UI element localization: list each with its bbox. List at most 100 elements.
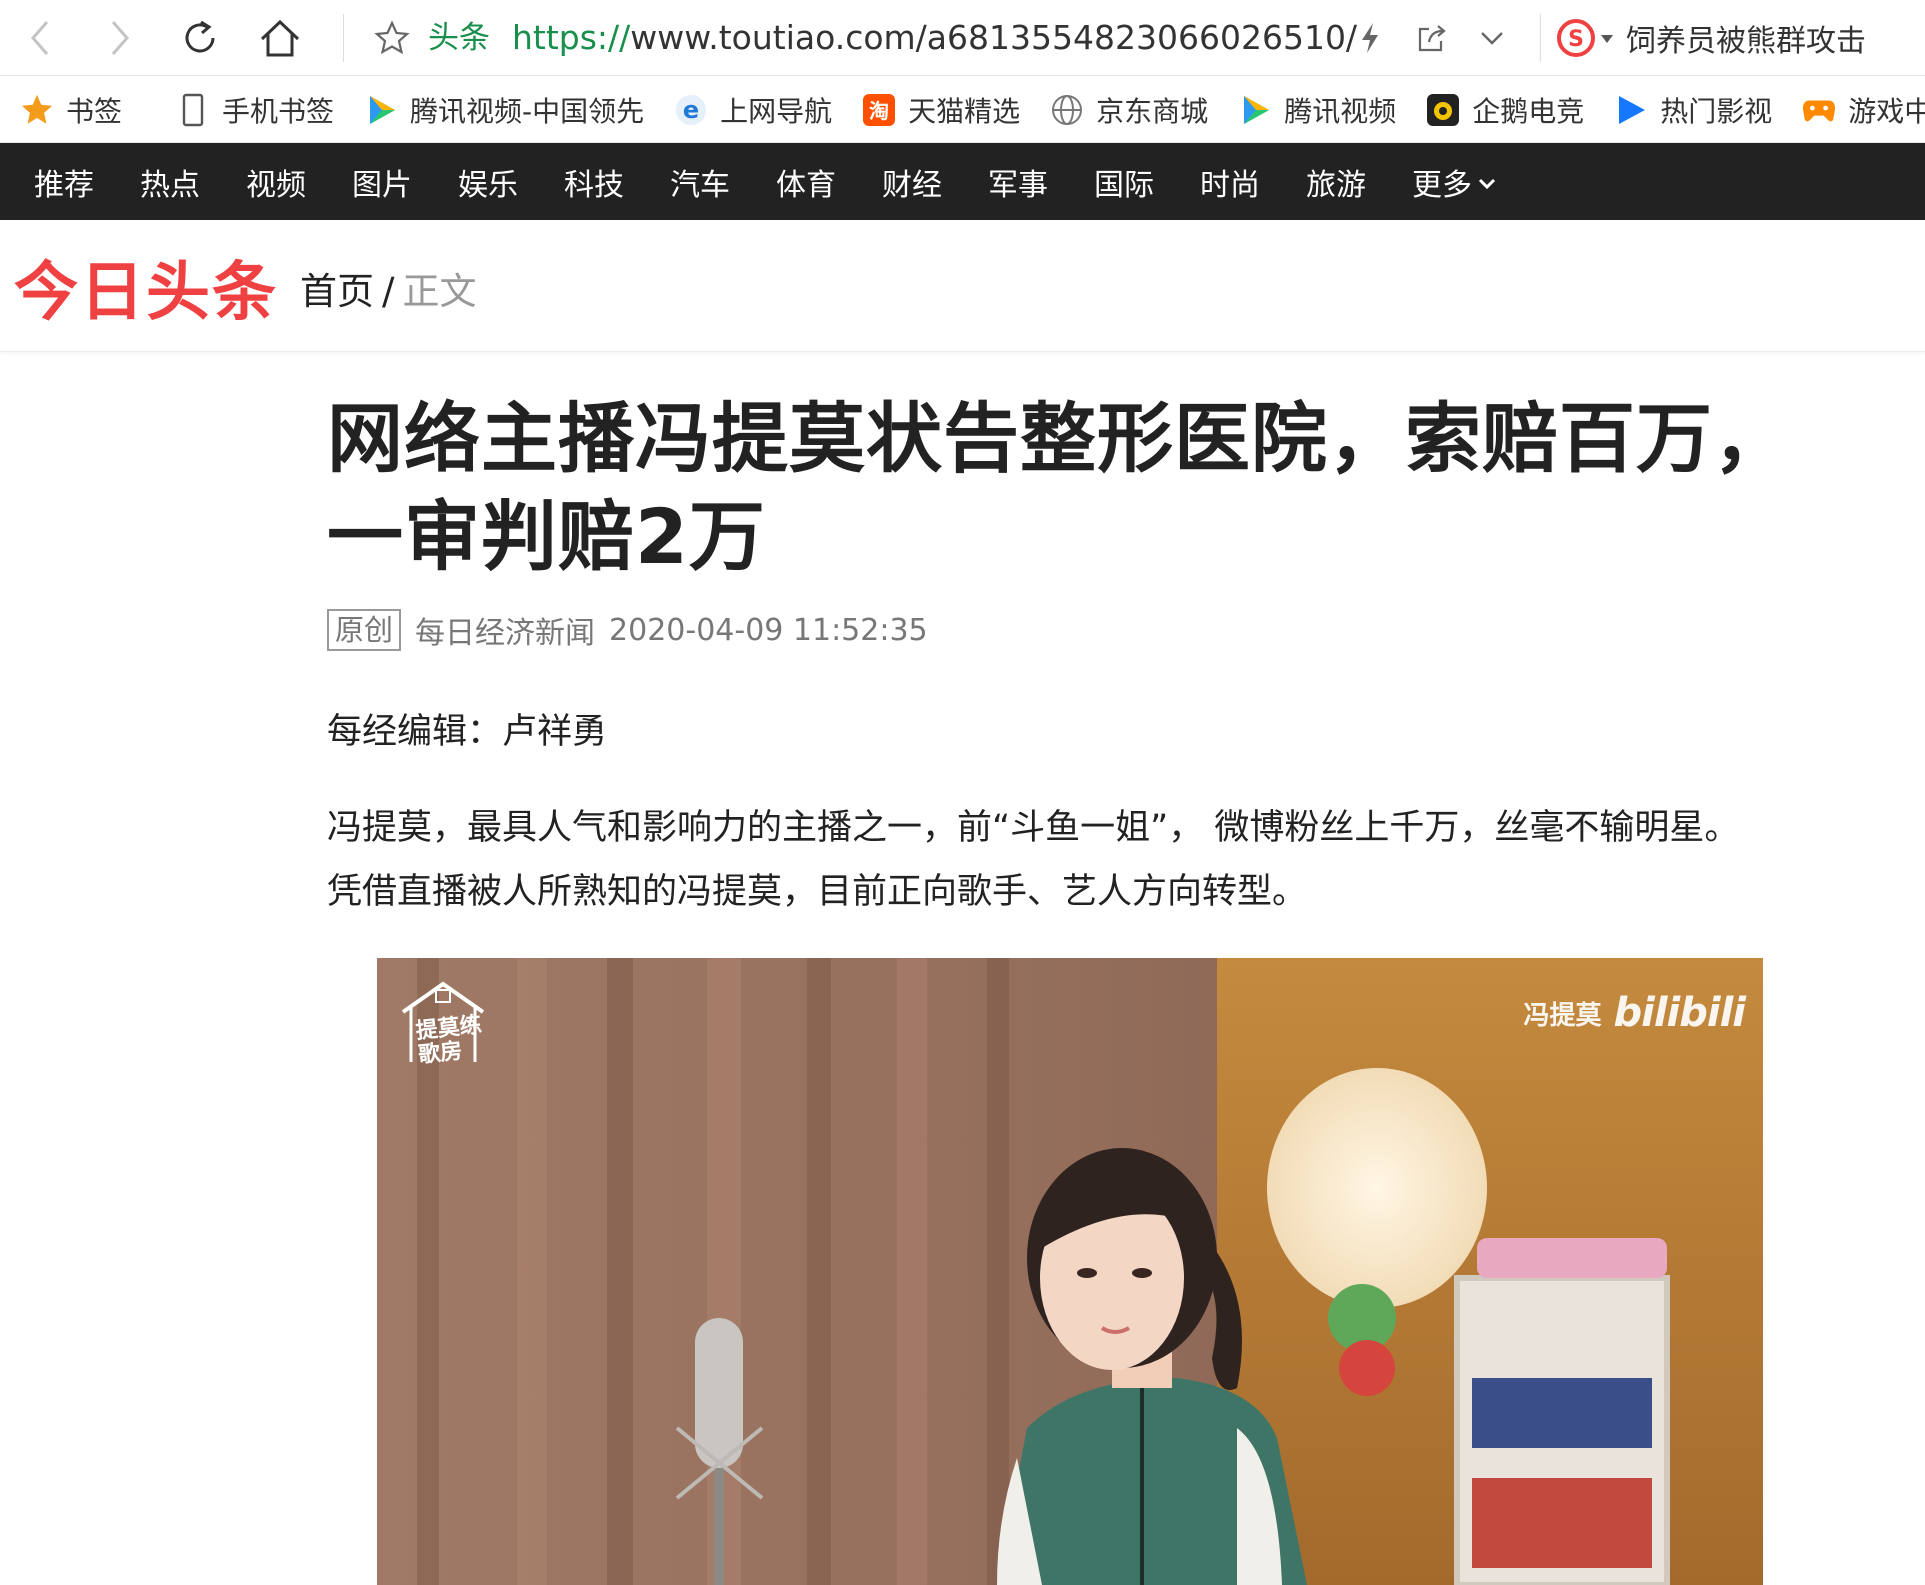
article-title-line: 一审判赔2万 <box>327 492 766 581</box>
breadcrumb-current: 正文 <box>402 270 477 313</box>
phone-icon <box>176 93 210 127</box>
engine-dropdown-icon[interactable] <box>1600 29 1614 48</box>
bookmark-label: 腾讯视频-中国领先 <box>410 94 645 128</box>
channel-world[interactable]: 国际 <box>1094 160 1154 204</box>
home-icon <box>258 17 302 59</box>
bookmark-label: 热门影视 <box>1660 94 1773 128</box>
ie-icon: e <box>674 93 708 127</box>
star-icon <box>20 93 54 127</box>
share-button[interactable] <box>1408 14 1456 62</box>
browser-toolbar: 头条 https://www.toutiao.com/a681355482306… <box>0 0 1925 76</box>
bookmark-item-tencent-video-cn[interactable]: 腾讯视频-中国领先 <box>364 90 644 130</box>
channel-finance[interactable]: 财经 <box>882 160 942 204</box>
svg-text:e: e <box>683 96 699 124</box>
channel-more[interactable]: 更多 <box>1412 160 1496 204</box>
bookmark-label: 企鹅电竞 <box>1472 94 1585 128</box>
article-photo: 提莫练歌房 冯提莫 bilibili <box>377 958 1763 1585</box>
bookmark-item-hot-video[interactable]: 热门影视 <box>1614 90 1772 130</box>
address-site-label: 头条 <box>428 20 490 56</box>
channel-images[interactable]: 图片 <box>352 160 412 204</box>
speed-mode-button[interactable] <box>1346 14 1394 62</box>
taobao-icon: 淘 <box>862 93 896 127</box>
channel-video[interactable]: 视频 <box>246 160 306 204</box>
channel-tech[interactable]: 科技 <box>564 160 624 204</box>
back-button[interactable] <box>16 14 64 62</box>
bookmark-item-nav[interactable]: e 上网导航 <box>674 90 832 130</box>
watermark-text: 提莫练歌房 <box>414 1012 483 1069</box>
sogou-search-icon: S <box>1556 18 1596 58</box>
tencent-video-icon <box>1238 93 1272 127</box>
channel-fashion[interactable]: 时尚 <box>1200 160 1260 204</box>
lightning-icon <box>1358 21 1382 55</box>
toolbar-divider <box>343 14 344 62</box>
article-title: 网络主播冯提莫状告整形医院，索赔百万， 一审判赔2万 <box>327 390 1797 586</box>
channel-travel[interactable]: 旅游 <box>1306 160 1366 204</box>
reload-button[interactable] <box>176 14 224 62</box>
url-scheme: https:// <box>512 18 631 57</box>
star-outline-icon <box>374 20 410 56</box>
article-source[interactable]: 每日经济新闻 <box>415 608 595 652</box>
refresh-icon <box>179 17 221 59</box>
channel-recommend[interactable]: 推荐 <box>34 160 94 204</box>
channel-nav: 推荐 热点 视频 图片 娱乐 科技 汽车 体育 财经 军事 国际 时尚 旅游 更… <box>0 143 1925 220</box>
original-badge: 原创 <box>327 609 402 651</box>
bookmark-item-tmall[interactable]: 淘 天猫精选 <box>862 90 1020 130</box>
bookmark-label: 书签 <box>66 94 123 128</box>
bookmark-label: 天猫精选 <box>908 94 1021 128</box>
article-editor: 每经编辑：卢祥勇 <box>327 712 608 752</box>
bilibili-logo: bilibili <box>1613 990 1746 1036</box>
home-button[interactable] <box>256 14 304 62</box>
channel-more-label: 更多 <box>1412 167 1472 203</box>
chevron-left-icon <box>25 18 55 58</box>
paragraph-line: 冯提莫，最具人气和影响力的主播之一，前“斗鱼一姐”， 微博粉丝上千万，丝毫不输明… <box>327 808 1740 848</box>
share-icon <box>1415 21 1449 55</box>
forward-button[interactable] <box>96 14 144 62</box>
address-bar[interactable]: https://www.toutiao.com/a681355482306602… <box>512 18 1357 58</box>
chevron-down-icon <box>1479 28 1505 48</box>
breadcrumb-separator: / <box>382 270 395 313</box>
channel-military[interactable]: 军事 <box>988 160 1048 204</box>
bookmarks-bar: 书签 手机书签 腾讯视频-中国领先 e 上网导航 淘 天猫精选 京东商城 腾讯视… <box>0 77 1925 143</box>
chevron-right-icon <box>105 18 135 58</box>
channel-sports[interactable]: 体育 <box>776 160 836 204</box>
article: 网络主播冯提莫状告整形医院，索赔百万， 一审判赔2万 原创 每日经济新闻 202… <box>327 390 1797 924</box>
bookmark-item-tencent-video[interactable]: 腾讯视频 <box>1238 90 1396 130</box>
bookmark-label: 手机书签 <box>222 94 335 128</box>
article-datetime: 2020-04-09 11:52:35 <box>609 612 928 648</box>
toutiao-logo[interactable]: 今日头条 <box>14 256 278 330</box>
svg-text:淘: 淘 <box>869 99 889 123</box>
toolbar-divider <box>1540 14 1541 62</box>
article-meta: 原创 每日经济新闻 2020-04-09 11:52:35 <box>327 608 1797 652</box>
watermark-name: 冯提莫 <box>1523 1000 1602 1031</box>
channel-hot[interactable]: 热点 <box>140 160 200 204</box>
search-box[interactable]: S 饲养员被熊群攻击 <box>1556 14 1925 62</box>
bookmark-item-jd[interactable]: 京东商城 <box>1050 90 1208 130</box>
bookmark-label: 上网导航 <box>720 94 833 128</box>
search-input[interactable]: 饲养员被熊群攻击 <box>1626 16 1866 60</box>
singing-room-watermark: 提莫练歌房 <box>391 972 501 1072</box>
bookmark-star-button[interactable] <box>368 14 416 62</box>
hot-video-icon <box>1614 93 1648 127</box>
svg-text:S: S <box>1568 27 1584 52</box>
bookmark-label: 京东商城 <box>1096 94 1209 128</box>
breadcrumb-home[interactable]: 首页 <box>300 270 374 313</box>
url-text: www.toutiao.com/a6813554823066026510/ <box>630 18 1358 57</box>
bookmark-label: 游戏中心 <box>1848 94 1925 128</box>
bookmark-item-esports[interactable]: 企鹅电竞 <box>1426 90 1584 130</box>
bookmark-item-games[interactable]: 游戏中心 <box>1802 90 1925 130</box>
photo-illustration <box>377 958 1763 1585</box>
channel-entertainment[interactable]: 娱乐 <box>458 160 518 204</box>
bookmark-item-mobile-bookmarks[interactable]: 手机书签 <box>176 90 334 130</box>
paragraph-line: 凭借直播被人所熟知的冯提莫，目前正向歌手、艺人方向转型。 <box>327 872 1308 912</box>
address-dropdown-button[interactable] <box>1468 14 1516 62</box>
article-paragraph: 冯提莫，最具人气和影响力的主播之一，前“斗鱼一姐”， 微博粉丝上千万，丝毫不输明… <box>327 796 1807 924</box>
bilibili-watermark: 冯提莫 bilibili <box>1523 990 1746 1036</box>
globe-icon <box>1050 93 1084 127</box>
tencent-video-icon <box>364 93 398 127</box>
article-title-line: 网络主播冯提莫状告整形医院，索赔百万， <box>327 394 1790 483</box>
site-header: 今日头条 首页 / 正文 <box>0 220 1925 352</box>
gamepad-icon <box>1802 93 1836 127</box>
bookmark-item-bookmarks[interactable]: 书签 <box>20 90 122 130</box>
penguin-esports-icon <box>1426 93 1460 127</box>
channel-auto[interactable]: 汽车 <box>670 160 730 204</box>
